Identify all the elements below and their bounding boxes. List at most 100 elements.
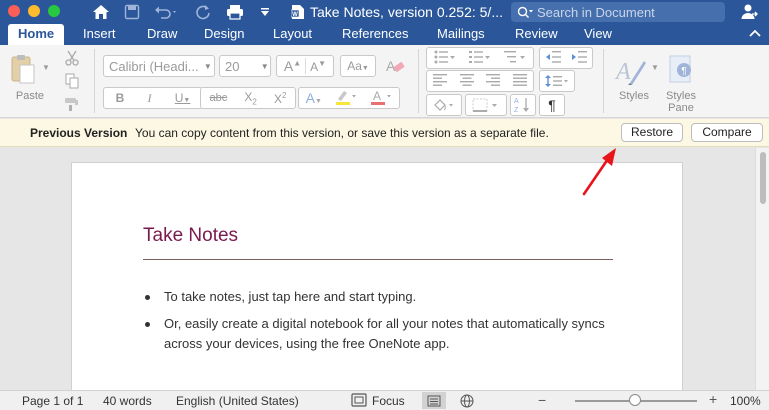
tab-insert[interactable]: Insert [73,24,126,45]
highlight-icon[interactable] [335,89,357,108]
show-formatting-marks-icon[interactable]: ¶ [539,94,565,116]
sort-button[interactable]: AZ [510,94,536,116]
collapse-ribbon-icon[interactable] [749,26,761,40]
shading-button[interactable] [426,94,462,116]
justify-icon[interactable] [512,73,527,89]
borders-button[interactable] [465,94,507,116]
styles-button[interactable]: A [612,53,652,89]
styles-label: Styles [619,90,649,102]
font-name-chevron-icon[interactable]: ▼ [202,62,214,71]
svg-text:A: A [386,58,396,74]
format-painter-icon[interactable] [62,95,82,113]
text-effects-icon[interactable]: A▼ [306,90,322,106]
tab-mailings[interactable]: Mailings [427,24,495,45]
font-size-chevron-icon[interactable]: ▼ [259,62,270,71]
tab-draw[interactable]: Draw [137,24,187,45]
search-box[interactable] [511,2,725,22]
list-item[interactable]: To take notes, just tap here and start t… [143,287,613,307]
zoom-window-button[interactable] [48,5,60,17]
svg-text:Z: Z [514,107,519,114]
font-name-box[interactable]: ▼ [103,55,215,77]
ribbon-separator [94,49,95,113]
language-status[interactable]: English (United States) [176,394,299,408]
tab-review[interactable]: Review [505,24,568,45]
search-input[interactable] [537,4,722,20]
tab-view[interactable]: View [574,24,622,45]
align-right-icon[interactable] [486,73,501,89]
redo-icon[interactable] [193,1,213,23]
share-icon[interactable] [738,1,760,23]
strikethrough-button[interactable]: abc [210,92,228,104]
align-left-icon[interactable] [433,73,448,89]
annotation-arrow-icon [582,148,616,196]
decrease-font-size-icon[interactable]: A▼ [310,59,326,74]
tab-home[interactable]: Home [8,24,65,45]
styles-pane-button[interactable]: ¶ [664,53,698,85]
cut-icon[interactable] [62,49,82,67]
increase-font-size-icon[interactable]: A▲ [284,58,301,74]
styles-chevron-icon[interactable]: ▼ [650,61,660,73]
undo-icon[interactable] [152,1,180,23]
font-color-icon[interactable]: A [370,89,392,108]
styles-pane-label: Styles Pane [666,90,696,114]
line-spacing-button[interactable] [539,70,575,92]
document-heading[interactable]: Take Notes [143,225,238,247]
list-item-text: Or, easily create a digital notebook for… [164,316,605,351]
list-item[interactable]: Or, easily create a digital notebook for… [143,314,613,354]
tab-design[interactable]: Design [194,24,254,45]
tab-references[interactable]: References [332,24,418,45]
customize-toolbar-icon[interactable] [257,1,273,23]
page-count[interactable]: Page 1 of 1 [22,394,83,408]
zoom-slider-thumb[interactable] [628,394,641,406]
change-case-button[interactable]: Aa▼ [340,55,376,77]
scrollbar-thumb[interactable] [760,152,766,204]
font-name-input[interactable] [104,58,202,74]
ribbon: ▼ Paste ▼ ▼ A▲ A▼ Aa▼ A B I U▼ abc X2 X2… [0,45,769,118]
numbering-icon[interactable] [468,50,491,67]
home-icon[interactable] [90,1,112,23]
print-layout-view-icon[interactable] [422,392,446,409]
minimize-window-button[interactable] [28,5,40,17]
ribbon-separator [418,49,419,113]
close-window-button[interactable] [8,5,20,17]
svg-text:A: A [514,98,519,105]
list-item-text: To take notes, just tap here and start t… [164,289,417,304]
focus-icon[interactable] [351,393,367,410]
italic-button[interactable]: I [148,91,152,106]
bold-button[interactable]: B [116,91,125,105]
zoom-out-icon[interactable]: − [538,392,546,408]
font-size-box[interactable]: ▼ [219,55,271,77]
increase-indent-icon[interactable] [571,50,587,67]
save-icon[interactable] [121,1,143,23]
align-center-icon[interactable] [459,73,474,89]
decrease-indent-icon[interactable] [545,50,561,67]
superscript-button[interactable]: X2 [274,91,286,106]
zoom-in-icon[interactable]: + [709,391,717,407]
svg-text:¶: ¶ [681,66,686,77]
svg-text:W: W [292,12,298,18]
copy-icon[interactable] [62,72,82,90]
focus-label[interactable]: Focus [372,394,405,408]
web-layout-view-icon[interactable] [455,392,479,409]
clear-formatting-icon[interactable]: A [381,54,409,78]
font-size-input[interactable] [220,58,260,74]
vertical-scrollbar[interactable] [755,148,769,390]
multilevel-list-icon[interactable] [504,50,526,67]
tab-layout[interactable]: Layout [263,24,322,45]
font-size-buttons: A▲ A▼ [276,55,334,77]
word-count[interactable]: 40 words [103,394,152,408]
borders-icon [472,98,497,112]
zoom-level[interactable]: 100% [730,394,761,408]
subscript-button[interactable]: X2 [244,90,256,106]
title-bar: W Take Notes, version 0.252: 5/... [0,0,769,24]
print-icon[interactable] [224,1,246,23]
compare-button[interactable]: Compare [691,123,763,142]
paste-button[interactable] [8,51,38,87]
paste-options-chevron-icon[interactable]: ▼ [40,61,52,73]
bullets-icon[interactable] [434,50,456,67]
word-document-icon: W [289,1,307,23]
script-buttons: abc X2 X2 [200,87,296,109]
ribbon-tabs: Home Insert Draw Design Layout Reference… [0,24,769,45]
restore-button[interactable]: Restore [621,123,683,142]
underline-button[interactable]: U▼ [175,91,191,105]
